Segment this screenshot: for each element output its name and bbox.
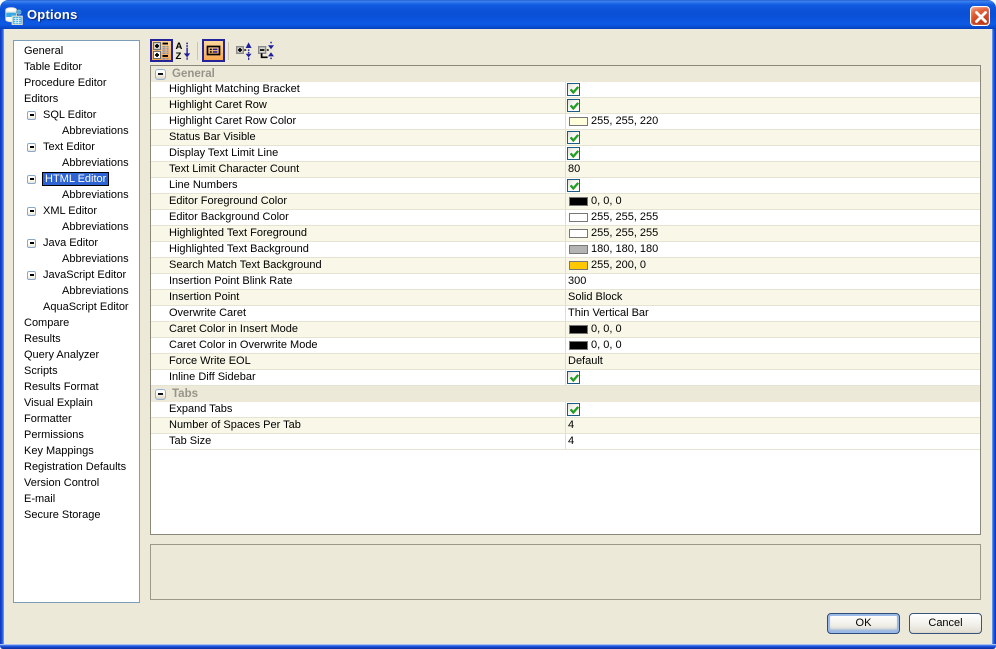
- svg-text:Z: Z: [176, 51, 182, 61]
